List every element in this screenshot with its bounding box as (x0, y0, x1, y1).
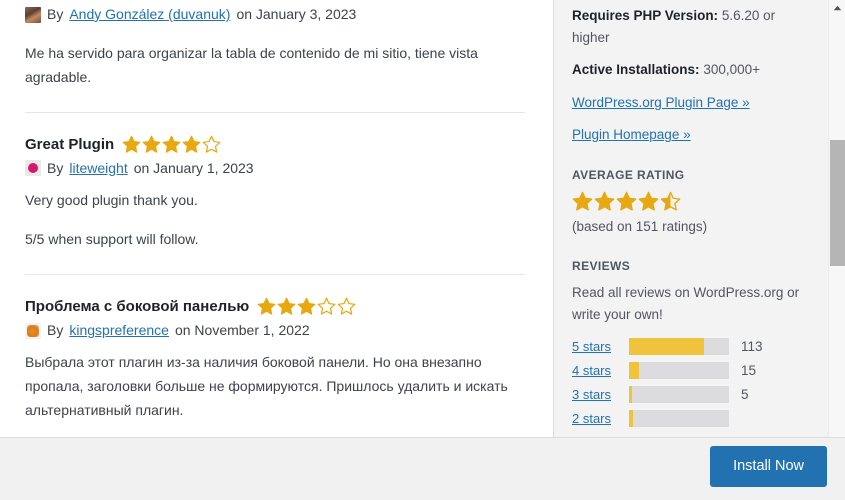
rating-bar-count: 5 (741, 387, 749, 403)
review-paragraph: Very good plugin thank you. (25, 191, 198, 208)
modal-scroll-body: By Andy González (duvanuk) on January 3, 2… (0, 0, 845, 437)
review-paragraph: Выбрала этот плагин из-за наличия боково… (25, 354, 508, 418)
ratings-basis-text: (based on 151 ratings) (572, 218, 708, 234)
star-filled-icon (182, 135, 201, 153)
requires-php-label: Requires PHP Version: (572, 8, 719, 23)
review-author-link[interactable]: liteweight (69, 158, 127, 179)
review-author-link[interactable]: kingspreference (69, 320, 169, 341)
review-paragraph: Me ha servido para organizar la tabla de… (25, 45, 478, 85)
review-paragraph: 5/5 when support will follow. (25, 231, 199, 248)
requires-php-line: Requires PHP Version: 5.6.20 or higher (572, 5, 810, 48)
rating-bar-row: 2 stars (572, 410, 810, 428)
scrollbar-thumb[interactable] (830, 140, 845, 266)
star-empty-icon (337, 297, 356, 315)
avatar-photo-icon (25, 6, 41, 23)
reviews-heading: REVIEWS (572, 259, 631, 274)
star-empty-icon (317, 297, 336, 315)
active-installs-label: Active Installations: (572, 62, 700, 78)
star-filled-icon (277, 297, 296, 315)
review-rating-stars (257, 297, 356, 316)
rating-bar-row: 4 stars 15 (572, 362, 810, 380)
rating-breakdown-bars: 5 stars 113 4 stars 15 3 stars 5 2 stars (572, 338, 810, 428)
by-label: By (47, 6, 64, 22)
review-byline: By Andy González (duvanuk) on January 3, 2… (25, 0, 525, 25)
review-date: on January 3, 2023 (236, 6, 357, 22)
star-filled-icon (594, 191, 615, 211)
plugin-reviews-section: By Andy González (duvanuk) on January 3, 2… (0, 0, 553, 437)
average-rating-stars (572, 191, 681, 212)
rating-bar-fill (629, 362, 639, 380)
star-filled-icon (572, 191, 593, 211)
review-title: Great Plugin (25, 135, 115, 153)
rating-bar-track (629, 410, 729, 428)
review-header: Great Plugin (25, 135, 525, 154)
review-body: Me ha servido para organizar la tabla de… (25, 42, 525, 90)
star-filled-icon (162, 135, 181, 153)
review-divider (25, 274, 525, 276)
star-filled-icon (257, 297, 276, 315)
review-date: on January 1, 2023 (133, 159, 254, 176)
review-body: Выбрала этот плагин из-за наличия боково… (25, 351, 525, 422)
reviews-intro-text: Read all reviews on WordPress.org or wri… (572, 285, 800, 322)
rating-bar-row: 3 stars 5 (572, 386, 810, 404)
rating-bar-label-link[interactable]: 2 stars (572, 411, 629, 426)
rating-bar-label-link[interactable]: 4 stars (572, 363, 629, 378)
rating-bar-row: 5 stars 113 (572, 338, 810, 356)
star-filled-icon (297, 297, 316, 315)
average-rating-heading: AVERAGE RATING (572, 167, 685, 182)
avatar-blob-icon (25, 322, 41, 339)
review-divider (25, 111, 525, 113)
review-item: Проблема с боковой панелью By kingsprefere… (25, 297, 525, 422)
rating-bar-fill (629, 410, 633, 428)
plugin-homepage-link[interactable]: Plugin Homepage » (572, 124, 810, 146)
rating-bar-fill (629, 338, 704, 356)
by-label: By (47, 322, 64, 339)
rating-bar-count: 15 (741, 363, 757, 379)
active-installs-line: Active Installations: 300,000+ (572, 59, 810, 81)
rating-bar-label-link[interactable]: 5 stars (572, 339, 629, 354)
install-now-button[interactable]: Install Now (710, 446, 827, 487)
review-item: By Andy González (duvanuk) on January 3, 2… (25, 0, 525, 90)
rating-bar-track (629, 362, 729, 380)
review-byline: By liteweight on January 1, 2023 (25, 158, 525, 179)
vertical-scrollbar[interactable] (828, 0, 845, 437)
plugin-info-sidebar: Requires PHP Version: 5.6.20 or higher A… (553, 0, 828, 437)
rating-bar-fill (629, 386, 632, 404)
star-filled-icon (142, 135, 161, 153)
active-installs-value: 300,000+ (703, 62, 760, 78)
wordpress-org-plugin-page-link[interactable]: WordPress.org Plugin Page » (572, 92, 810, 114)
rating-bar-label-link[interactable]: 3 stars (572, 387, 629, 402)
star-half-icon (660, 191, 681, 211)
review-body: Very good plugin thank you. 5/5 when supp… (25, 189, 525, 253)
star-filled-icon (122, 135, 141, 153)
review-rating-stars (122, 135, 221, 154)
rating-bar-track (629, 386, 729, 404)
review-item: Great Plugin By liteweight on January 1, 20… (25, 135, 525, 253)
star-empty-icon (202, 135, 221, 153)
avatar-dot-icon (25, 160, 41, 177)
review-title: Проблема с боковой панелью (25, 298, 250, 316)
review-byline: By kingspreference on November 1, 2022 (25, 320, 525, 341)
rating-bar-count: 113 (741, 339, 763, 355)
review-date: on November 1, 2022 (174, 322, 310, 339)
rating-bar-track (629, 338, 729, 356)
chevron-up-icon[interactable] (829, 0, 845, 16)
modal-footer: Install Now (0, 437, 845, 500)
review-header: Проблема с боковой панелью (25, 297, 525, 316)
star-filled-icon (638, 191, 659, 211)
plugin-details-modal: By Andy González (duvanuk) on January 3, 2… (0, 0, 845, 500)
review-author-link[interactable]: Andy González (duvanuk) (69, 4, 230, 25)
star-filled-icon (616, 191, 637, 211)
by-label: By (47, 159, 64, 176)
